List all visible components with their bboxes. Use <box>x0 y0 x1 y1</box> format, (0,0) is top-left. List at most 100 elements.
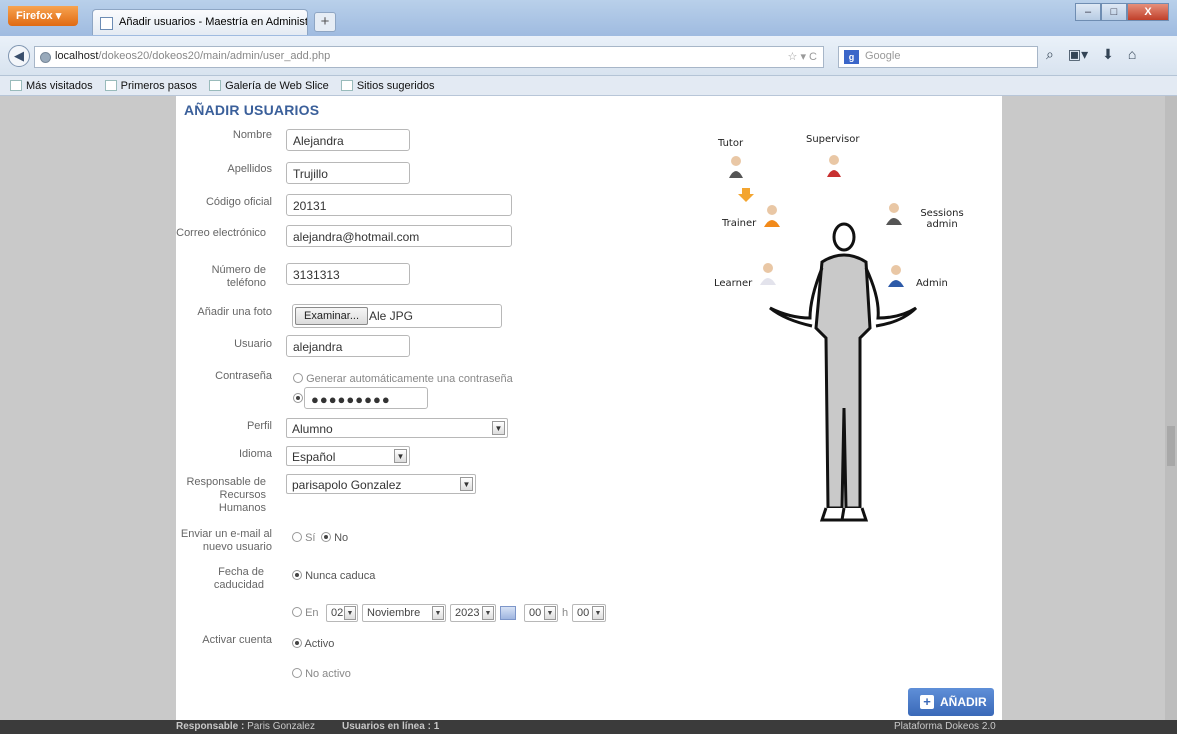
manual-password-option[interactable] <box>293 393 303 405</box>
google-icon: g <box>844 50 859 64</box>
telefono-field[interactable]: 3131313 <box>286 263 410 285</box>
minimize-button[interactable]: – <box>1075 3 1101 21</box>
close-window-button[interactable]: X <box>1127 3 1169 21</box>
label-nombre: Nombre <box>232 129 272 141</box>
fecha-en-option[interactable]: En <box>292 607 319 619</box>
nombre-field[interactable]: Alejandra <box>286 129 410 151</box>
navigation-bar: ◀ localhost/dokeos20/dokeos20/main/admin… <box>0 36 1177 76</box>
scrollbar-thumb[interactable] <box>1167 426 1175 466</box>
month-select[interactable]: Noviembre ▼ <box>362 604 446 622</box>
apellidos-field[interactable]: Trujillo <box>286 162 410 184</box>
label-fecha: Fecha de caducidad <box>213 566 264 591</box>
activo-option[interactable]: Activo <box>292 638 334 650</box>
perfil-select[interactable]: Alumno ▼ <box>286 418 508 438</box>
chevron-down-icon: ▼ <box>492 421 505 435</box>
nunca-caduca-radio[interactable] <box>292 570 302 580</box>
generate-password-option[interactable]: Generar automáticamente una contraseña <box>293 373 513 385</box>
calendar-icon[interactable] <box>500 606 516 620</box>
chevron-down-icon: ▼ <box>460 477 473 491</box>
magnifier-icon[interactable]: ⌕ <box>1046 46 1054 63</box>
bookmark-primeros-pasos[interactable]: Primeros pasos <box>104 80 197 92</box>
activo-radio[interactable] <box>292 638 302 648</box>
username-field[interactable]: alejandra <box>286 335 410 357</box>
email-si-option[interactable]: Sí <box>292 532 315 544</box>
new-tab-button[interactable]: + <box>314 12 336 32</box>
bookmark-web-slice[interactable]: Galería de Web Slice <box>209 80 329 92</box>
bookmark-icon <box>10 80 22 91</box>
photo-file-input[interactable]: Examinar... Ale JPG <box>292 304 502 328</box>
nunca-caduca-option[interactable]: Nunca caduca <box>292 570 375 582</box>
fecha-en-radio[interactable] <box>292 607 302 617</box>
bookmark-icon <box>340 80 353 91</box>
footer-platform[interactable]: Plataforma Dokeos 2.0 <box>894 721 996 732</box>
page-favicon-icon <box>100 17 113 30</box>
file-name: Ale JPG <box>369 309 414 323</box>
browse-button[interactable]: Examinar... <box>295 307 369 325</box>
tab-title: Añadir usuarios - Maestría en Administr.… <box>119 16 308 28</box>
label-perfil: Perfil <box>246 420 272 432</box>
label-codigo: Código oficial <box>205 196 272 208</box>
chevron-down-icon: ▼ <box>344 606 356 620</box>
label-contrasena: Contraseña <box>215 370 272 382</box>
supervisor-avatar-icon <box>827 155 841 177</box>
tutor-avatar-icon <box>729 156 743 178</box>
back-arrow-icon[interactable]: ◀ <box>8 45 30 67</box>
password-field[interactable]: ●●●●●●●●● <box>304 387 428 409</box>
page-content: AÑADIR USUARIOS Nombre Apellidos Código … <box>176 96 1002 720</box>
bookmarks-menu-icon[interactable]: ▣▾ <box>1068 46 1088 63</box>
email-no-option[interactable]: No <box>321 532 348 544</box>
plus-icon: + <box>920 695 934 709</box>
label-foto: Añadir una foto <box>197 306 272 318</box>
label-enviar: Enviar un e-mail al nuevo usuario <box>180 528 272 553</box>
generate-password-radio[interactable] <box>293 373 303 383</box>
site-identity-icon <box>40 52 51 63</box>
manual-password-radio[interactable] <box>293 393 303 403</box>
search-placeholder: Google <box>865 50 901 62</box>
home-icon[interactable]: ⌂ <box>1128 46 1136 63</box>
label-apellidos: Apellidos <box>227 163 272 175</box>
person-figure-svg <box>729 155 918 522</box>
footer-online-users[interactable]: Usuarios en línea : 1 <box>342 721 439 732</box>
page-title: AÑADIR USUARIOS <box>184 102 320 118</box>
email-si-radio[interactable] <box>292 532 302 542</box>
trainer-avatar-icon <box>738 188 780 227</box>
minute-select[interactable]: 00 ▼ <box>572 604 606 622</box>
tab-active[interactable]: Añadir usuarios - Maestría en Administr.… <box>92 9 308 35</box>
idioma-select[interactable]: Español ▼ <box>286 446 410 466</box>
bookmark-icon <box>104 80 117 91</box>
chevron-down-icon: ▼ <box>394 449 407 463</box>
maximize-button[interactable]: □ <box>1101 3 1127 21</box>
search-box[interactable]: g Google <box>838 46 1038 68</box>
chevron-down-icon: ▼ <box>482 606 494 620</box>
no-activo-radio[interactable] <box>292 668 302 678</box>
reload-icon[interactable]: ☆ ▾ C <box>788 50 817 63</box>
roles-illustration: Tutor Supervisor Trainer Sessions admin … <box>710 128 990 548</box>
bookmarks-toolbar: Más visitados Primeros pasos Galería de … <box>0 76 1177 96</box>
firefox-menu-button[interactable]: Firefox ▾ <box>8 6 78 26</box>
email-field[interactable]: alejandra@hotmail.com <box>286 225 512 247</box>
footer-responsable: Responsable : Paris Gonzalez <box>176 721 315 732</box>
hour-select[interactable]: 00 ▼ <box>524 604 558 622</box>
address-bar[interactable]: localhost/dokeos20/dokeos20/main/admin/u… <box>34 46 824 68</box>
year-select[interactable]: 2023 ▼ <box>450 604 496 622</box>
title-bar: Firefox ▾ Añadir usuarios - Maestría en … <box>0 0 1177 36</box>
chevron-down-icon: ▼ <box>544 606 556 620</box>
download-icon[interactable]: ⬇ <box>1102 46 1114 63</box>
label-idioma: Idioma <box>238 448 272 460</box>
label-usuario: Usuario <box>234 338 272 350</box>
vertical-scrollbar[interactable] <box>1165 96 1177 720</box>
url-host: localhost <box>55 50 99 62</box>
bookmark-sitios-sugeridos[interactable]: Sitios sugeridos <box>340 80 434 92</box>
add-user-button[interactable]: + AÑADIR <box>908 688 994 716</box>
responsable-select[interactable]: parisapolo Gonzalez ▼ <box>286 474 476 494</box>
email-no-radio[interactable] <box>321 532 331 542</box>
label-activar: Activar cuenta <box>202 634 272 646</box>
bookmark-icon <box>209 80 222 91</box>
label-telefono: Número de teléfono <box>211 264 266 289</box>
codigo-field[interactable]: 20131 <box>286 194 512 216</box>
sessions-admin-avatar-icon <box>886 203 902 225</box>
day-select[interactable]: 02 ▼ <box>326 604 358 622</box>
label-responsable: Responsable de Recursos Humanos <box>186 476 266 514</box>
bookmark-mas-visitados[interactable]: Más visitados <box>10 80 93 92</box>
no-activo-option[interactable]: No activo <box>292 668 351 680</box>
